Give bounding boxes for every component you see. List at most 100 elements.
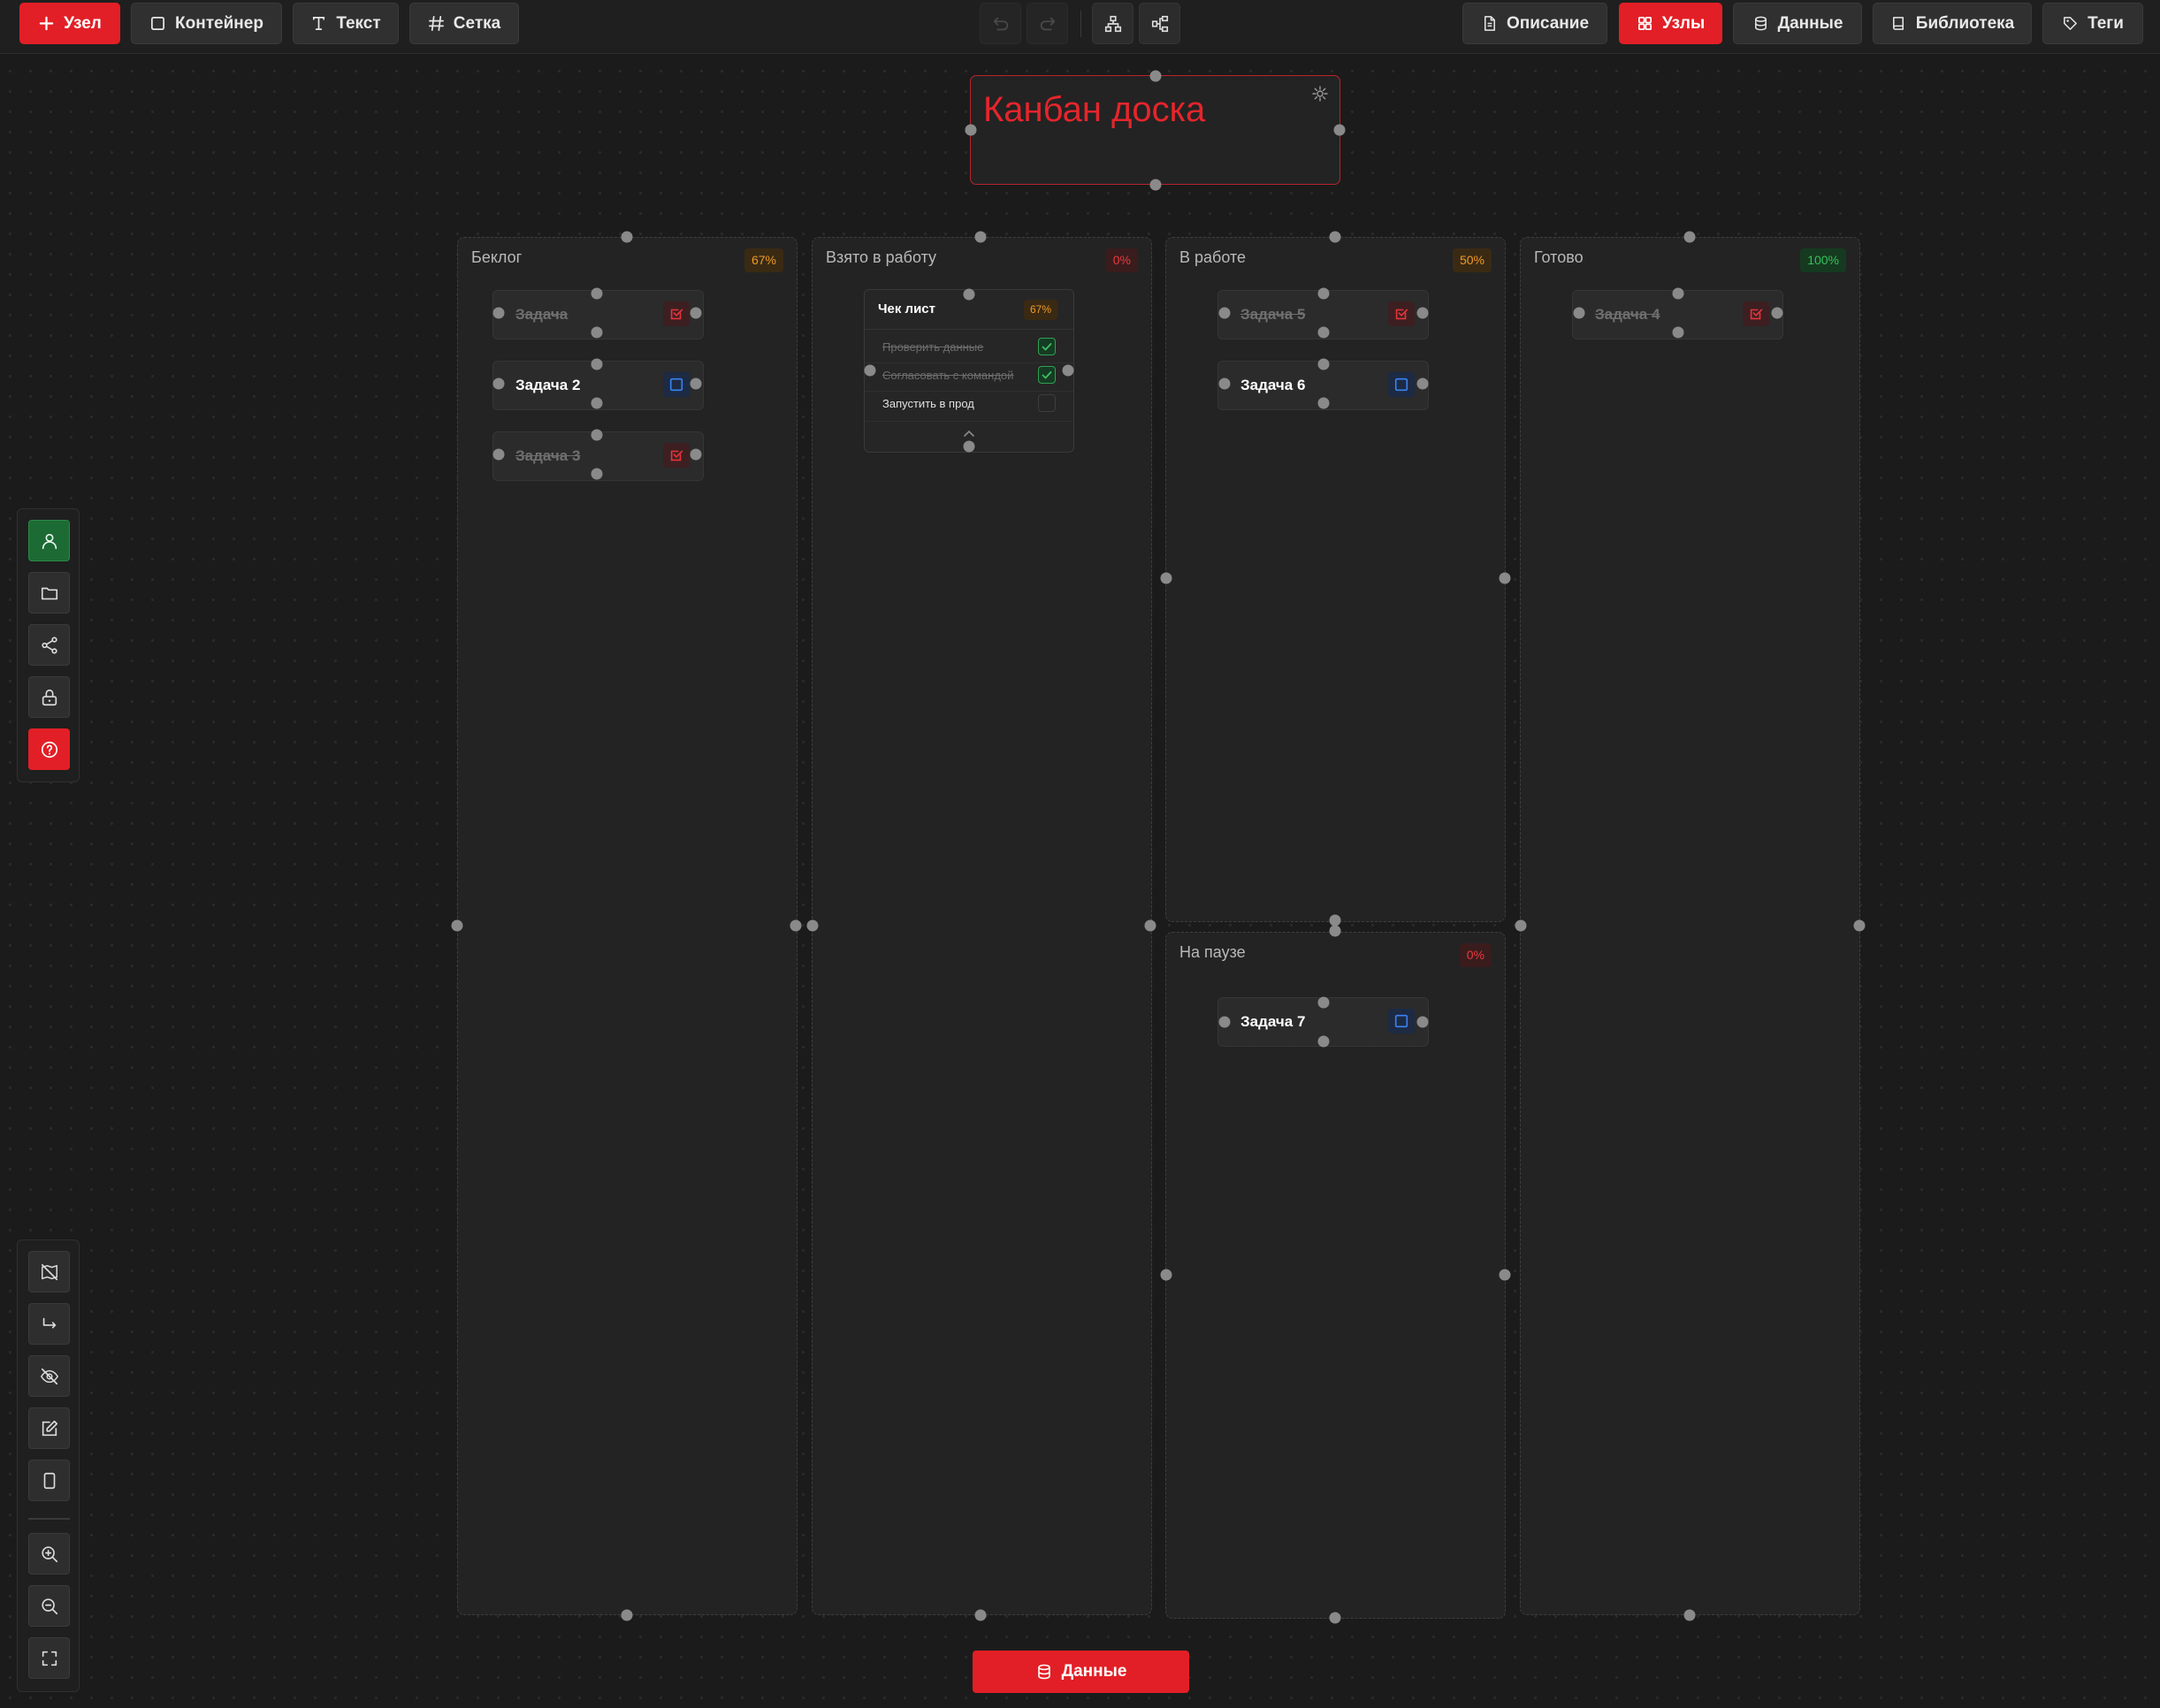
connection-handle[interactable]: [1416, 307, 1429, 319]
connection-handle[interactable]: [965, 124, 977, 136]
undo-button[interactable]: [980, 3, 1021, 44]
device-button[interactable]: [28, 1460, 70, 1501]
connection-handle[interactable]: [591, 429, 603, 441]
add-node-button[interactable]: Узел: [19, 3, 120, 44]
connection-handle[interactable]: [591, 326, 603, 339]
connection-handle[interactable]: [1317, 358, 1330, 370]
zoom-out-button[interactable]: [28, 1585, 70, 1627]
connection-handle[interactable]: [1144, 919, 1156, 932]
connection-handle[interactable]: [1329, 1612, 1341, 1624]
connection-handle[interactable]: [1515, 919, 1527, 932]
task-checkbox[interactable]: [1743, 301, 1769, 326]
layout-horizontal-button[interactable]: [1139, 3, 1180, 44]
connection-handle[interactable]: [1853, 919, 1866, 932]
connection-handle[interactable]: [1683, 231, 1696, 243]
grid-button[interactable]: Сетка: [409, 3, 519, 44]
share-button[interactable]: [28, 624, 70, 666]
connection-handle[interactable]: [591, 287, 603, 300]
connection-handle[interactable]: [690, 377, 702, 390]
chevron-up-icon[interactable]: [963, 429, 975, 438]
connection-handle[interactable]: [690, 307, 702, 319]
connection-handle[interactable]: [1416, 1016, 1429, 1028]
checklist-checkbox[interactable]: [1038, 338, 1056, 355]
connection-handle[interactable]: [1149, 179, 1162, 191]
connection-handle[interactable]: [974, 231, 987, 243]
connection-handle[interactable]: [1160, 1269, 1172, 1281]
connection-handle[interactable]: [591, 397, 603, 409]
connection-handle[interactable]: [963, 288, 975, 301]
connection-handle[interactable]: [1771, 307, 1783, 319]
task-checkbox[interactable]: [1388, 1009, 1415, 1033]
settings-icon[interactable]: [1311, 85, 1329, 103]
connection-handle[interactable]: [974, 1609, 987, 1621]
user-button[interactable]: [28, 520, 70, 561]
lock-button[interactable]: [28, 676, 70, 718]
folder-button[interactable]: [28, 572, 70, 614]
connection-handle[interactable]: [1499, 572, 1511, 584]
task-checkbox[interactable]: [663, 443, 690, 468]
connection-handle[interactable]: [1499, 1269, 1511, 1281]
connection-handle[interactable]: [1218, 307, 1231, 319]
edit-button[interactable]: [28, 1407, 70, 1449]
connection-handle[interactable]: [492, 377, 505, 390]
connection-handle[interactable]: [1062, 364, 1074, 377]
connection-handle[interactable]: [1333, 124, 1346, 136]
connection-handle[interactable]: [1329, 925, 1341, 937]
help-button[interactable]: [28, 728, 70, 770]
connection-handle[interactable]: [1317, 326, 1330, 339]
connection-handle[interactable]: [1218, 377, 1231, 390]
task-checkbox[interactable]: [1388, 372, 1415, 397]
checklist-checkbox[interactable]: [1038, 366, 1056, 384]
connection-handle[interactable]: [1573, 307, 1585, 319]
connection-handle[interactable]: [790, 919, 802, 932]
toggle-minimap-button[interactable]: [28, 1251, 70, 1292]
nodes-button[interactable]: Узлы: [1619, 3, 1722, 44]
connection-handle[interactable]: [1317, 287, 1330, 300]
connection-handle[interactable]: [1329, 231, 1341, 243]
task-checkbox[interactable]: [663, 372, 690, 397]
edge-type-button[interactable]: [28, 1303, 70, 1345]
column-done[interactable]: Готово 100% Задача 4: [1520, 237, 1860, 1615]
connection-handle[interactable]: [1218, 1016, 1231, 1028]
connection-handle[interactable]: [621, 1609, 633, 1621]
connection-handle[interactable]: [963, 440, 975, 453]
connection-handle[interactable]: [690, 448, 702, 461]
connection-handle[interactable]: [492, 448, 505, 461]
connection-handle[interactable]: [492, 307, 505, 319]
column-in-progress[interactable]: В работе 50% Задача 5 Задача 6: [1165, 237, 1506, 922]
connection-handle[interactable]: [1416, 377, 1429, 390]
connection-handle[interactable]: [1317, 397, 1330, 409]
title-node[interactable]: Канбан доска: [970, 75, 1340, 185]
task-checkbox[interactable]: [663, 301, 690, 326]
bottom-data-button[interactable]: Данные: [973, 1651, 1189, 1693]
redo-button[interactable]: [1027, 3, 1068, 44]
fit-view-button[interactable]: [28, 1637, 70, 1679]
container-button[interactable]: Контейнер: [131, 3, 282, 44]
connection-handle[interactable]: [1672, 326, 1684, 339]
task-checkbox[interactable]: [1388, 301, 1415, 326]
data-button[interactable]: Данные: [1733, 3, 1862, 44]
checklist-checkbox[interactable]: [1038, 394, 1056, 412]
connection-handle[interactable]: [451, 919, 463, 932]
connection-handle[interactable]: [591, 358, 603, 370]
column-backlog[interactable]: Беклог 67% Задача Задача 2 Задача 3: [457, 237, 798, 1615]
connection-handle[interactable]: [1160, 572, 1172, 584]
connection-handle[interactable]: [806, 919, 819, 932]
hide-button[interactable]: [28, 1355, 70, 1397]
connection-handle[interactable]: [864, 364, 876, 377]
connection-handle[interactable]: [591, 468, 603, 480]
column-paused[interactable]: На паузе 0% Задача 7: [1165, 932, 1506, 1619]
layout-vertical-button[interactable]: [1092, 3, 1133, 44]
connection-handle[interactable]: [1149, 70, 1162, 82]
connection-handle[interactable]: [1683, 1609, 1696, 1621]
zoom-in-button[interactable]: [28, 1533, 70, 1575]
connection-handle[interactable]: [1672, 287, 1684, 300]
connection-handle[interactable]: [621, 231, 633, 243]
checklist-node[interactable]: Чек лист 67% Проверить данные Согласоват…: [864, 289, 1074, 453]
description-button[interactable]: Описание: [1462, 3, 1607, 44]
text-button[interactable]: Текст: [293, 3, 399, 44]
connection-handle[interactable]: [1317, 996, 1330, 1009]
library-button[interactable]: Библиотека: [1873, 3, 2032, 44]
connection-handle[interactable]: [1317, 1035, 1330, 1048]
tags-button[interactable]: Теги: [2042, 3, 2143, 44]
